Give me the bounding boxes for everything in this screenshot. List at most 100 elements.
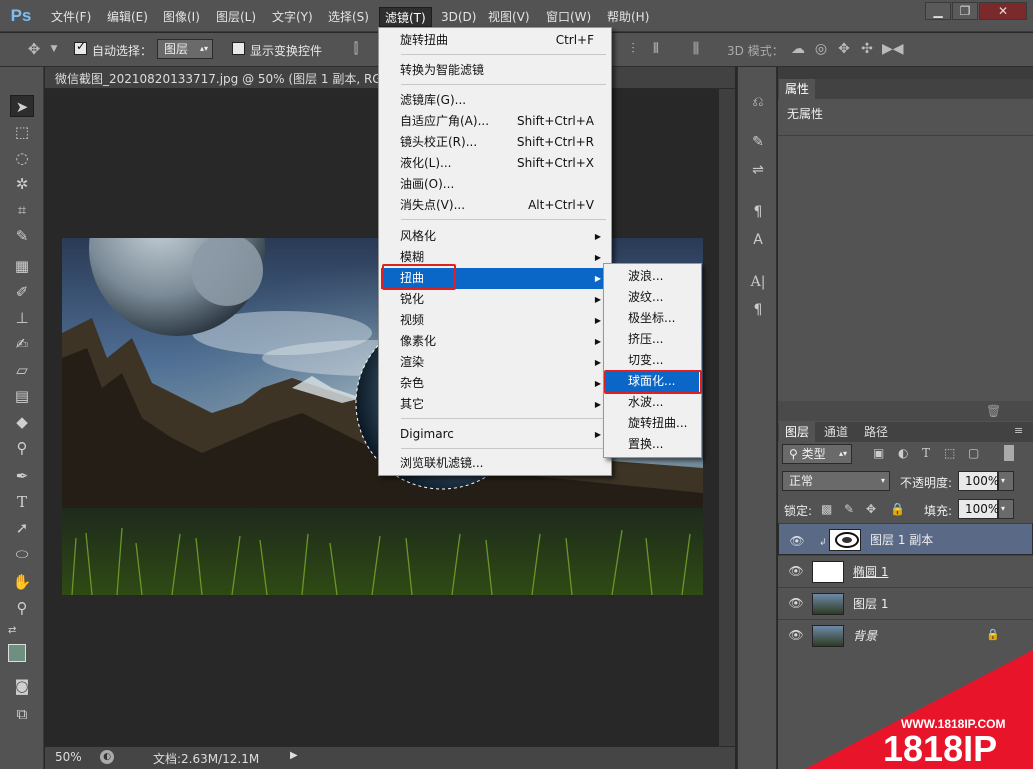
filter-pixel-icon[interactable]: ▣ <box>873 446 884 460</box>
menu-item-smart-filter[interactable]: 转换为智能滤镜 <box>381 60 609 81</box>
submenu-item-polar[interactable]: 极坐标... <box>606 308 699 329</box>
restore-button[interactable]: ❐ <box>952 2 978 20</box>
fill-dropdown-icon[interactable]: ▾ <box>998 499 1014 519</box>
brush-panel-icon[interactable]: ✎ <box>746 131 770 153</box>
menu-item-oil-paint[interactable]: 油画(O)... <box>381 174 609 195</box>
chevron-down-icon[interactable]: ▼ <box>46 41 62 57</box>
eye-icon[interactable]: 👁 <box>789 532 805 548</box>
menu-select[interactable]: 选择(S) <box>323 7 374 27</box>
brush-tool-icon[interactable]: ✐ <box>10 281 34 303</box>
layer-name[interactable]: 背景 <box>853 627 877 644</box>
menu-layer[interactable]: 图层(L) <box>211 7 261 27</box>
menu-type[interactable]: 文字(Y) <box>267 7 318 27</box>
marquee-tool-icon[interactable]: ⬚ <box>10 121 34 143</box>
move-tool-icon[interactable]: ➤ <box>10 95 34 117</box>
slide-3d-icon[interactable]: ✣ <box>859 41 875 57</box>
roll-3d-icon[interactable]: ◎ <box>813 41 829 57</box>
ellipse-tool-icon[interactable]: ⬭ <box>10 543 34 565</box>
menu-file[interactable]: 文件(F) <box>46 7 96 27</box>
history-brush-tool-icon[interactable]: ✍ <box>10 333 34 355</box>
layer-name[interactable]: 图层 1 副本 <box>870 531 933 549</box>
eye-icon[interactable]: 👁 <box>788 596 804 610</box>
menu-image[interactable]: 图像(I) <box>158 7 205 27</box>
filter-type-icon[interactable]: T <box>922 446 930 460</box>
tab-properties[interactable]: 属性 <box>779 79 816 99</box>
rotate-3d-icon[interactable]: ☁ <box>790 41 806 57</box>
menu-item-render[interactable]: 渲染 ▶ <box>381 352 609 373</box>
opacity-dropdown-icon[interactable]: ▾ <box>998 471 1014 491</box>
minimize-button[interactable]: ▁ <box>925 2 951 20</box>
swap-colors-icon[interactable]: ⇄ <box>8 625 16 636</box>
move-tool-icon[interactable]: ✥ <box>26 41 42 57</box>
menu-window[interactable]: 窗口(W) <box>541 7 596 27</box>
menu-item-video[interactable]: 视频 ▶ <box>381 310 609 331</box>
quick-mask-icon[interactable]: ◙ <box>10 675 34 697</box>
panel-menu-icon[interactable]: ≡ <box>1014 424 1023 437</box>
menu-item-noise[interactable]: 杂色 ▶ <box>381 373 609 394</box>
opacity-input[interactable]: 100% <box>958 471 999 491</box>
menu-item-other[interactable]: 其它 ▶ <box>381 394 609 415</box>
path-select-tool-icon[interactable]: ➚ <box>10 517 34 539</box>
gradient-tool-icon[interactable]: ▤ <box>10 385 34 407</box>
eye-icon[interactable]: 👁 <box>788 564 804 578</box>
eye-icon[interactable]: 👁 <box>788 628 804 642</box>
screen-mode-icon[interactable]: ⧉ <box>10 703 34 725</box>
menu-view[interactable]: 视图(V) <box>483 7 535 27</box>
align-hcenter-icon[interactable]: ⫶ <box>625 41 641 57</box>
menu-item-stylize[interactable]: 风格化 ▶ <box>381 226 609 247</box>
hand-tool-icon[interactable]: ✋ <box>10 571 34 593</box>
vertical-scrollbar[interactable] <box>719 89 735 746</box>
close-button[interactable]: ✕ <box>979 2 1027 20</box>
layer-row[interactable]: 👁 椭圆 1 <box>778 555 1033 587</box>
dodge-tool-icon[interactable]: ⚲ <box>10 437 34 459</box>
character-styles-icon[interactable]: A <box>746 229 770 251</box>
distribute-icon[interactable]: ⫴ <box>648 41 664 57</box>
menu-item-digimarc[interactable]: Digimarc ▶ <box>381 424 609 445</box>
lasso-tool-icon[interactable]: ◌ <box>10 147 34 169</box>
stamp-tool-icon[interactable]: ⊥ <box>10 307 34 329</box>
tab-channels[interactable]: 通道 <box>818 422 854 442</box>
blend-mode-select[interactable]: 正常 ▾ <box>782 471 890 491</box>
submenu-item-twirl[interactable]: 旋转扭曲... <box>606 413 699 434</box>
align-top-icon[interactable]: ⫿ <box>348 41 364 57</box>
lock-position-icon[interactable]: ✥ <box>866 502 876 516</box>
submenu-item-ripple[interactable]: 波纹... <box>606 287 699 308</box>
fill-input[interactable]: 100% <box>958 499 999 519</box>
menu-item-last-filter[interactable]: 旋转扭曲 Ctrl+F <box>381 30 609 51</box>
menu-item-adaptive-wide-angle[interactable]: 自适应广角(A)... Shift+Ctrl+A <box>381 111 609 132</box>
lock-image-icon[interactable]: ✎ <box>844 502 854 516</box>
menu-item-filter-gallery[interactable]: 滤镜库(G)... <box>381 90 609 111</box>
filter-toggle[interactable] <box>1004 445 1014 461</box>
layer-row[interactable]: 👁 图层 1 <box>778 587 1033 619</box>
menu-item-browse-online[interactable]: 浏览联机滤镜... <box>381 453 609 474</box>
menu-item-lens-correction[interactable]: 镜头校正(R)... Shift+Ctrl+R <box>381 132 609 153</box>
status-expand-icon[interactable]: ▶ <box>290 750 298 761</box>
auto-select-target-select[interactable]: 图层 ▴▾ <box>157 39 213 59</box>
menu-item-liquify[interactable]: 液化(L)... Shift+Ctrl+X <box>381 153 609 174</box>
submenu-item-wave[interactable]: 波浪... <box>606 266 699 287</box>
zoom-tool-icon[interactable]: ⚲ <box>10 597 34 619</box>
magic-wand-tool-icon[interactable]: ✲ <box>10 173 34 195</box>
menu-item-vanishing-point[interactable]: 消失点(V)... Alt+Ctrl+V <box>381 195 609 216</box>
submenu-item-displace[interactable]: 置换... <box>606 434 699 455</box>
submenu-item-shear[interactable]: 切变... <box>606 350 699 371</box>
eyedropper-tool-icon[interactable]: ✎ <box>10 225 34 247</box>
trash-icon[interactable]: 🗑 <box>986 404 1001 418</box>
filter-adjustment-icon[interactable]: ◐ <box>898 446 908 460</box>
menu-filter[interactable]: 滤镜(T) <box>379 7 432 27</box>
pen-tool-icon[interactable]: ✒ <box>10 465 34 487</box>
layer-row[interactable]: 👁 背景 🔒 <box>778 619 1033 651</box>
menu-3d[interactable]: 3D(D) <box>436 7 481 27</box>
layer-name[interactable]: 椭圆 1 <box>853 563 888 580</box>
blur-tool-icon[interactable]: ◆ <box>10 411 34 433</box>
scale-3d-icon[interactable]: ▶◀ <box>882 41 904 57</box>
filter-smart-icon[interactable]: ▢ <box>968 446 979 460</box>
paragraph-panel-icon[interactable]: ¶ <box>746 299 770 321</box>
lock-all-icon[interactable]: 🔒 <box>890 502 905 516</box>
eraser-tool-icon[interactable]: ▱ <box>10 359 34 381</box>
auto-align-icon[interactable]: ⫼ <box>688 41 704 57</box>
pan-3d-icon[interactable]: ✥ <box>836 41 852 57</box>
auto-select-checkbox[interactable] <box>74 39 87 55</box>
show-transform-checkbox[interactable] <box>232 42 245 55</box>
character-panel-icon[interactable]: A| <box>746 271 770 293</box>
